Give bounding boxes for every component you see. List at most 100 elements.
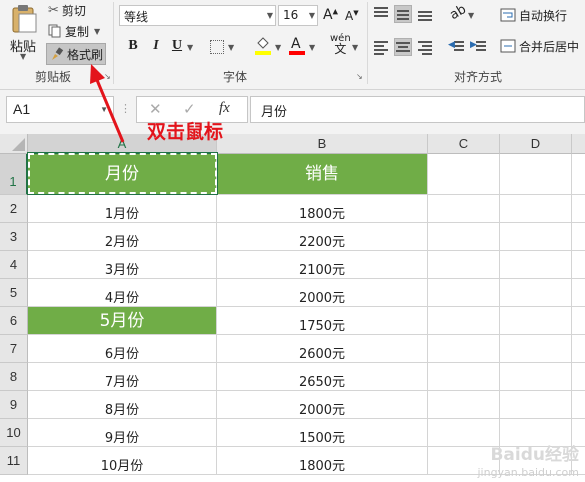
empty-cell[interactable]: [572, 335, 585, 363]
empty-cell[interactable]: [500, 279, 572, 307]
align-right-icon[interactable]: [416, 38, 434, 56]
merge-center-button[interactable]: 合并后居中: [500, 36, 579, 56]
dialog-launcher-icon[interactable]: ↘: [104, 72, 111, 81]
font-color-button[interactable]: A: [288, 36, 306, 56]
paste-button[interactable]: 粘贴 ▼: [6, 2, 42, 64]
cell-b2[interactable]: 1800元: [217, 195, 428, 223]
bold-button[interactable]: B: [124, 38, 142, 54]
cell-a6[interactable]: 5月份: [28, 307, 217, 335]
row-header[interactable]: 2: [0, 195, 28, 223]
row-header[interactable]: 3: [0, 223, 28, 251]
row-header[interactable]: 8: [0, 363, 28, 391]
empty-cell[interactable]: [428, 335, 500, 363]
chevron-down-icon[interactable]: ▼: [187, 43, 193, 52]
row-header[interactable]: 9: [0, 391, 28, 419]
chevron-down-icon[interactable]: ▼: [275, 43, 281, 52]
empty-cell[interactable]: [428, 391, 500, 419]
align-center-icon[interactable]: [394, 38, 412, 56]
empty-cell[interactable]: [428, 251, 500, 279]
row-header[interactable]: 11: [0, 447, 28, 475]
cell-a3[interactable]: 2月份: [28, 223, 217, 251]
align-left-icon[interactable]: [372, 38, 390, 56]
cell-a2[interactable]: 1月份: [28, 195, 217, 223]
select-all-corner[interactable]: [0, 134, 28, 154]
row-header[interactable]: 4: [0, 251, 28, 279]
wrap-text-button[interactable]: 自动换行: [500, 5, 567, 25]
borders-icon[interactable]: [210, 40, 224, 54]
cell-b10[interactable]: 1500元: [217, 419, 428, 447]
align-bottom-icon[interactable]: [416, 5, 434, 23]
insert-function-button[interactable]: fx: [219, 100, 230, 117]
empty-cell[interactable]: [428, 154, 500, 195]
cell-a4[interactable]: 3月份: [28, 251, 217, 279]
cell-b3[interactable]: 2200元: [217, 223, 428, 251]
empty-cell[interactable]: [500, 335, 572, 363]
empty-cell[interactable]: [572, 363, 585, 391]
empty-cell[interactable]: [572, 195, 585, 223]
increase-font-size-button[interactable]: A▲: [323, 7, 338, 23]
enter-check-icon[interactable]: ✓: [183, 100, 196, 118]
empty-cell[interactable]: [500, 363, 572, 391]
chevron-down-icon[interactable]: ▼: [352, 43, 358, 52]
empty-cell[interactable]: [428, 279, 500, 307]
cell-b7[interactable]: 2600元: [217, 335, 428, 363]
empty-cell[interactable]: [428, 307, 500, 335]
cell-a10[interactable]: 9月份: [28, 419, 217, 447]
column-header-e[interactable]: [572, 134, 585, 154]
copy-button[interactable]: 复制 ▼: [48, 21, 100, 41]
orientation-icon[interactable]: ab: [447, 2, 469, 23]
cell-b6[interactable]: 1750元: [217, 307, 428, 335]
column-header-d[interactable]: D: [500, 134, 572, 154]
row-header[interactable]: 5: [0, 279, 28, 307]
cell-b1[interactable]: 销售: [217, 154, 428, 195]
empty-cell[interactable]: [572, 154, 585, 195]
align-middle-icon[interactable]: [394, 5, 412, 23]
cancel-icon[interactable]: ✕: [149, 100, 162, 118]
cell-b11[interactable]: 1800元: [217, 447, 428, 475]
cell-b8[interactable]: 2650元: [217, 363, 428, 391]
dialog-launcher-icon[interactable]: ↘: [356, 72, 363, 81]
cut-button[interactable]: ✂ 剪切: [48, 0, 86, 20]
empty-cell[interactable]: [500, 391, 572, 419]
chevron-down-icon[interactable]: ▼: [468, 11, 474, 20]
empty-cell[interactable]: [572, 251, 585, 279]
format-painter-button[interactable]: 格式刷: [46, 43, 106, 65]
empty-cell[interactable]: [572, 223, 585, 251]
empty-cell[interactable]: [572, 307, 585, 335]
align-top-icon[interactable]: [372, 5, 390, 23]
cell-a8[interactable]: 7月份: [28, 363, 217, 391]
italic-button[interactable]: I: [147, 38, 165, 54]
row-header[interactable]: 6: [0, 307, 28, 335]
empty-cell[interactable]: [428, 223, 500, 251]
cell-a7[interactable]: 6月份: [28, 335, 217, 363]
row-header[interactable]: 10: [0, 419, 28, 447]
fill-color-button[interactable]: [254, 36, 272, 56]
row-header[interactable]: 1: [0, 154, 28, 195]
chevron-down-icon[interactable]: ▼: [228, 43, 234, 52]
empty-cell[interactable]: [428, 363, 500, 391]
empty-cell[interactable]: [500, 251, 572, 279]
phonetic-guide-icon[interactable]: wén 文: [330, 34, 351, 56]
name-box[interactable]: A1 ▼: [6, 96, 114, 123]
empty-cell[interactable]: [428, 195, 500, 223]
empty-cell[interactable]: [572, 279, 585, 307]
decrease-font-size-button[interactable]: A▼: [345, 9, 359, 23]
chevron-down-icon[interactable]: ▼: [309, 43, 315, 52]
font-size-select[interactable]: 16 ▼: [278, 5, 318, 26]
cell-b4[interactable]: 2100元: [217, 251, 428, 279]
cell-a5[interactable]: 4月份: [28, 279, 217, 307]
underline-button[interactable]: U: [168, 38, 186, 54]
column-header-c[interactable]: C: [428, 134, 500, 154]
increase-indent-icon[interactable]: ▶: [470, 38, 488, 56]
empty-cell[interactable]: [572, 391, 585, 419]
cell-b9[interactable]: 2000元: [217, 391, 428, 419]
column-header-b[interactable]: B: [217, 134, 428, 154]
empty-cell[interactable]: [500, 223, 572, 251]
decrease-indent-icon[interactable]: ◀: [448, 38, 466, 56]
empty-cell[interactable]: [500, 195, 572, 223]
row-header[interactable]: 7: [0, 335, 28, 363]
formula-input[interactable]: 月份: [250, 96, 585, 123]
empty-cell[interactable]: [500, 307, 572, 335]
cell-a9[interactable]: 8月份: [28, 391, 217, 419]
cell-a11[interactable]: 10月份: [28, 447, 217, 475]
